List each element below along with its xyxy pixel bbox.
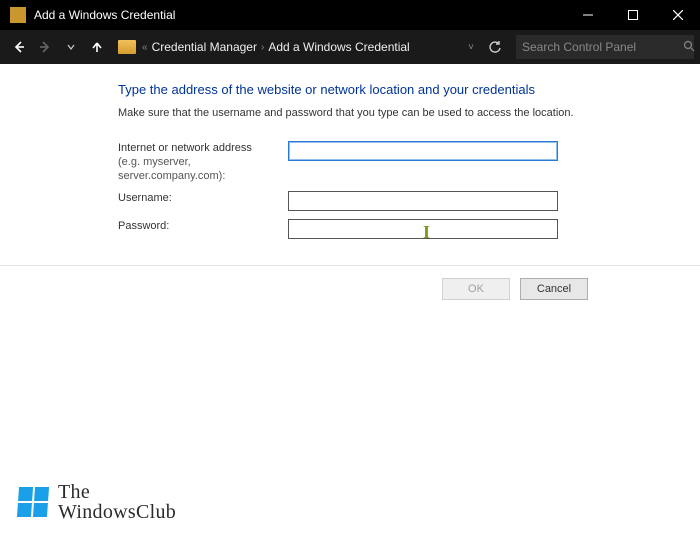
forward-button[interactable] bbox=[32, 34, 58, 60]
form-row-password: Password: bbox=[118, 219, 670, 239]
username-label: Username: bbox=[118, 191, 288, 205]
username-input[interactable] bbox=[288, 191, 558, 211]
breadcrumb-item[interactable]: Add a Windows Credential bbox=[268, 40, 409, 54]
breadcrumb-item[interactable]: Credential Manager bbox=[152, 40, 257, 54]
address-input[interactable] bbox=[288, 141, 558, 161]
form-row-username: Username: bbox=[118, 191, 670, 211]
window-titlebar: Add a Windows Credential bbox=[0, 0, 700, 30]
breadcrumb[interactable]: « Credential Manager › Add a Windows Cre… bbox=[142, 40, 460, 54]
search-icon bbox=[683, 40, 695, 55]
search-input[interactable] bbox=[522, 40, 677, 54]
toolbar: « Credential Manager › Add a Windows Cre… bbox=[0, 30, 700, 64]
back-button[interactable] bbox=[6, 34, 32, 60]
page-headline: Type the address of the website or netwo… bbox=[118, 82, 670, 97]
cancel-button[interactable]: Cancel bbox=[520, 278, 588, 300]
search-box[interactable] bbox=[516, 35, 694, 59]
chevron-right-icon: « bbox=[142, 42, 148, 53]
minimize-button[interactable] bbox=[565, 0, 610, 30]
address-dropdown-icon[interactable]: ˅ bbox=[468, 42, 474, 53]
content-area: Type the address of the website or netwo… bbox=[0, 64, 700, 300]
password-input[interactable] bbox=[288, 219, 558, 239]
password-label: Password: bbox=[118, 219, 288, 233]
watermark-logo-icon bbox=[17, 487, 49, 517]
refresh-button[interactable] bbox=[482, 34, 508, 60]
button-row: OK Cancel bbox=[0, 266, 700, 300]
form-row-address: Internet or network address (e.g. myserv… bbox=[118, 141, 670, 183]
address-label: Internet or network address (e.g. myserv… bbox=[118, 141, 288, 183]
up-button[interactable] bbox=[84, 34, 110, 60]
close-button[interactable] bbox=[655, 0, 700, 30]
chevron-right-icon: › bbox=[261, 42, 264, 53]
window-title: Add a Windows Credential bbox=[34, 8, 565, 22]
folder-icon bbox=[118, 40, 136, 54]
watermark: The WindowsClub bbox=[18, 482, 176, 522]
maximize-button[interactable] bbox=[610, 0, 655, 30]
ok-button[interactable]: OK bbox=[442, 278, 510, 300]
recent-dropdown[interactable] bbox=[58, 34, 84, 60]
app-icon bbox=[10, 7, 26, 23]
watermark-text: The WindowsClub bbox=[58, 482, 176, 522]
page-subtext: Make sure that the username and password… bbox=[118, 107, 670, 119]
